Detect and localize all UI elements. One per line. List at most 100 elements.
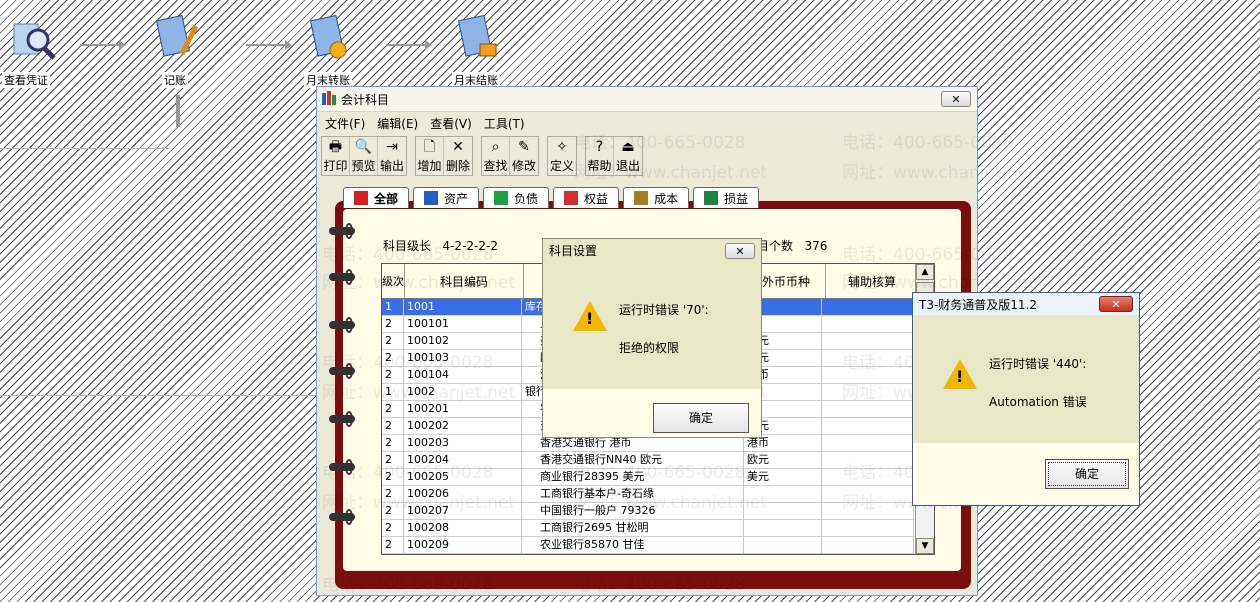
ok-button[interactable]: 确定: [653, 403, 749, 433]
subject-count-value: 376: [804, 239, 828, 253]
edit-icon: ✎: [518, 139, 530, 155]
cell-level[interactable]: 2: [382, 401, 404, 417]
binder-ring: [329, 223, 355, 239]
watermark-text: 电话：400-665-0028: [842, 245, 1014, 265]
add-icon: 🗋: [423, 139, 436, 155]
tab-label: 负债: [514, 191, 539, 206]
cell-code[interactable]: 100203: [404, 435, 522, 451]
table-row[interactable]: 2 100208 工商银行2695 甘松明: [382, 520, 934, 537]
dialog-close-button[interactable]: ✕: [1099, 296, 1133, 312]
cell-level[interactable]: 1: [382, 299, 404, 315]
tab-label: 资产: [444, 191, 469, 206]
cell-aux[interactable]: [822, 401, 914, 417]
window-titlebar[interactable]: 会计科目 ✕: [317, 87, 977, 112]
tab-label: 成本: [654, 191, 679, 206]
menu-item[interactable]: 查看(V): [430, 115, 472, 132]
cell-level[interactable]: 2: [382, 418, 404, 434]
printer-icon: 🖶: [328, 139, 343, 155]
close-button[interactable]: ✕: [941, 91, 971, 107]
preview-icon: 🔍: [354, 139, 373, 155]
bookkeeping-icon[interactable]: [152, 14, 200, 57]
table-row[interactable]: 2 100209 农业银行85870 甘佳: [382, 537, 934, 554]
cell-code[interactable]: 100208: [404, 520, 522, 536]
menu-item[interactable]: 工具(T): [484, 115, 525, 132]
warning-icon: !: [573, 301, 607, 331]
watermark-text: 电话：400-665-0028: [574, 463, 746, 483]
cell-level[interactable]: 2: [382, 316, 404, 332]
watermark-text: 电话：400-665-0028: [574, 133, 746, 153]
flow-arrow: [386, 40, 432, 50]
toolbar-button[interactable]: 🔍 预览: [350, 137, 378, 175]
cell-aux[interactable]: [822, 418, 914, 434]
menu-item[interactable]: 编辑(E): [377, 115, 418, 132]
watermark-text: 网址：www.chanjet.net: [322, 493, 516, 513]
subject-settings-error-dialog: 科目设置 ✕ ! 运行时错误 '70': 拒绝的权限 确定: [542, 238, 762, 438]
cell-level[interactable]: 2: [382, 537, 404, 553]
toolbar-button[interactable]: ⌕ 查找: [482, 137, 510, 175]
cell-aux[interactable]: [822, 537, 914, 553]
flow-step-label[interactable]: 记账: [162, 72, 188, 88]
binder-ring: [329, 411, 355, 427]
tab-4[interactable]: 成本: [623, 187, 690, 208]
tab-0[interactable]: 全部: [343, 187, 410, 208]
warning-icon: !: [943, 359, 977, 389]
cell-aux[interactable]: [822, 520, 914, 536]
cell-aux[interactable]: [822, 316, 914, 332]
cell-code[interactable]: 100209: [404, 537, 522, 553]
flow-step-label[interactable]: 查看凭证: [2, 72, 50, 88]
cell-code[interactable]: 1001: [404, 299, 522, 315]
cell-currency[interactable]: 欧元: [744, 452, 822, 468]
window-title: 会计科目: [341, 92, 390, 107]
cell-code[interactable]: 100202: [404, 418, 522, 434]
toolbar-button-label: 定义: [549, 159, 574, 173]
month-end-close-icon[interactable]: [454, 14, 502, 57]
tab-icon: [354, 191, 368, 205]
month-end-transfer-icon[interactable]: [306, 14, 354, 59]
toolbar-button[interactable]: ⇥ 输出: [378, 137, 406, 175]
toolbar-button-label: 查找: [483, 159, 508, 173]
cell-code[interactable]: 100101: [404, 316, 522, 332]
tab-label: 损益: [724, 191, 749, 206]
watermark-text: 电话：400-665-0028: [574, 575, 746, 595]
toolbar-button[interactable]: 🗋 增加: [416, 137, 444, 175]
watermark-text: 网址：www.chanjet.net: [842, 273, 1036, 293]
tab-1[interactable]: 资产: [413, 187, 480, 208]
cell-aux[interactable]: [822, 333, 914, 349]
cell-aux[interactable]: [822, 299, 914, 315]
cell-level[interactable]: 2: [382, 520, 404, 536]
cell-name[interactable]: 农业银行85870 甘佳: [522, 537, 744, 553]
tab-2[interactable]: 负债: [483, 187, 550, 208]
error-message-code: 运行时错误 '440':: [989, 357, 1087, 371]
menu-item[interactable]: 文件(F): [325, 115, 365, 132]
tab-5[interactable]: 损益: [693, 187, 760, 208]
ok-button[interactable]: 确定: [1045, 459, 1129, 489]
tab-icon: [424, 191, 439, 205]
watermark-text: 网址：www.chanjet.net: [574, 163, 768, 183]
cell-currency[interactable]: 美元: [744, 469, 822, 485]
toolbar-button[interactable]: 🖶 打印: [322, 137, 350, 175]
flow-connector: [176, 95, 180, 127]
error-message-text: 拒绝的权限: [619, 341, 680, 355]
dialog-close-button[interactable]: ✕: [725, 243, 755, 259]
flow-line: [0, 148, 170, 149]
cell-code[interactable]: 100201: [404, 401, 522, 417]
tab-3[interactable]: 权益: [553, 187, 620, 208]
toolbar-group: 🗋 增加 ✕ 删除: [415, 136, 473, 176]
cell-level[interactable]: 2: [382, 435, 404, 451]
magnifier-document-icon[interactable]: [8, 18, 56, 60]
watermark-text: 网址：www.chanjet.net: [322, 383, 516, 403]
toolbar-button[interactable]: ✧ 定义: [548, 137, 576, 175]
automation-error-dialog: T3-财务通普及版11.2 ✕ ! 运行时错误 '440': Automatio…: [912, 292, 1140, 506]
watermark-text: 电话：400-665-0028: [842, 133, 1014, 153]
cell-level[interactable]: 2: [382, 333, 404, 349]
cell-aux[interactable]: [822, 435, 914, 451]
cell-code[interactable]: 100102: [404, 333, 522, 349]
cell-currency[interactable]: [744, 520, 822, 536]
tab-icon: [634, 191, 649, 205]
toolbar-button[interactable]: ✕ 删除: [444, 137, 472, 175]
cell-name[interactable]: 工商银行2695 甘松明: [522, 520, 744, 536]
scroll-down-arrow-icon[interactable]: ▼: [916, 538, 934, 554]
toolbar-group: 🖶 打印 🔍 预览 ⇥ 输出: [321, 136, 407, 176]
toolbar-button[interactable]: ✎ 修改: [510, 137, 538, 175]
cell-currency[interactable]: [744, 537, 822, 553]
